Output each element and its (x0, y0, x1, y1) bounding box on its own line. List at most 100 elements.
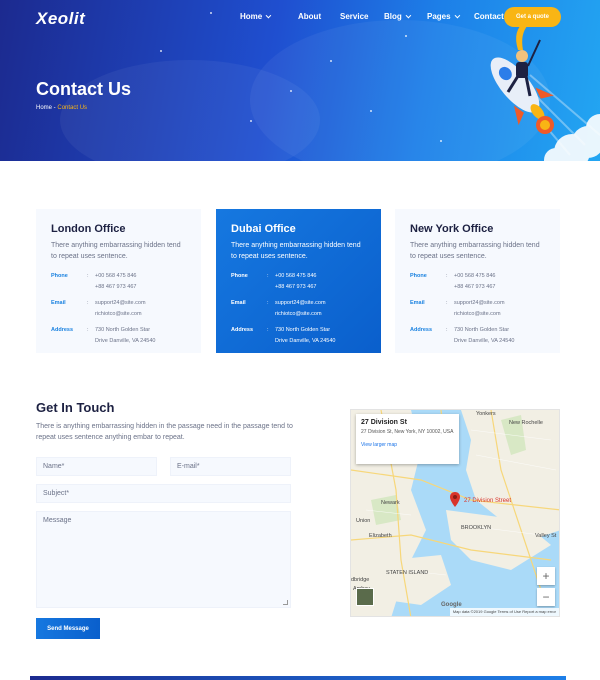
star-decor (160, 50, 162, 52)
star-decor (290, 90, 292, 92)
site-logo[interactable]: Xeolit (36, 9, 85, 29)
separator: : (267, 327, 269, 333)
map-place-label: New Rochelle (509, 420, 543, 426)
chevron-down-icon (454, 12, 460, 18)
address-line: 730 North Golden Star (95, 327, 151, 333)
nav-item-blog[interactable]: Blog (384, 12, 427, 21)
office-description: There anything embarrassing hidden tend … (231, 242, 361, 260)
map-place-label: Union (356, 518, 371, 524)
contact-form-title: Get In Touch (36, 400, 115, 415)
phone-value[interactable]: +00 568 475 846 (275, 271, 316, 282)
breadcrumb: Home - Contact Us (36, 105, 87, 111)
office-name: Dubai Office (231, 223, 296, 235)
rocket-illustration (490, 22, 600, 161)
footer-top-edge (30, 676, 566, 680)
contact-form-description: There is anything embarrassing hidden in… (36, 423, 293, 441)
star-decor (250, 120, 252, 122)
breadcrumb-current: Contact Us (57, 105, 88, 111)
address-line: Drive Danville, VA 24540 (454, 338, 515, 344)
office-phone-row: Phone: +00 568 475 846 +88 467 973 467 (231, 271, 366, 293)
address-line: 730 North Golden Star (275, 327, 331, 333)
email-value[interactable]: support24@site.com (454, 298, 505, 309)
star-decor (440, 140, 442, 142)
separator: : (87, 327, 89, 333)
map-place-label: Valley St (535, 533, 557, 539)
office-cards: London Office There anything embarrassin… (36, 209, 560, 353)
address-label: Address (410, 327, 433, 333)
map-place-label: STATEN ISLAND (386, 570, 429, 576)
star-decor (405, 35, 407, 37)
email-value[interactable]: support24@site.com (275, 298, 326, 309)
address-line: 730 North Golden Star (454, 327, 510, 333)
satellite-toggle[interactable] (356, 588, 374, 606)
email-placeholder: E-mail* (177, 463, 200, 470)
zoom-in-button[interactable]: + (537, 567, 555, 585)
office-name: London Office (51, 223, 126, 235)
map-place-label: Newark (381, 500, 400, 506)
separator: : (267, 300, 269, 306)
phone-label: Phone (410, 273, 427, 279)
phone-value[interactable]: +88 467 973 467 (454, 282, 495, 293)
chevron-down-icon (405, 12, 412, 18)
subject-placeholder: Subject* (43, 490, 70, 497)
office-address-row: Address:730 North Golden Star Drive Danvi… (51, 325, 186, 347)
office-email-row: Email: support24@site.com richiotco@site.c… (410, 298, 545, 320)
map-place-label: dbridge (351, 577, 370, 583)
map-place-label: Yonkers (476, 411, 496, 417)
resize-handle-icon[interactable] (283, 600, 288, 605)
nav-item-home[interactable]: Home (240, 12, 298, 21)
email-value[interactable]: support24@site.com (95, 298, 146, 309)
separator: : (446, 273, 448, 279)
view-larger-map-link[interactable]: View larger map (361, 442, 454, 448)
nav-item-about[interactable]: About (298, 12, 340, 21)
phone-value[interactable]: +00 568 475 846 (454, 271, 495, 282)
map-info-title: 27 Division St (361, 419, 407, 426)
office-email-row: Email: support24@site.com richiotco@site.c… (51, 298, 186, 320)
office-address-row: Address:730 North Golden Star Drive Danvi… (231, 325, 366, 347)
email-value[interactable]: richiotco@site.com (454, 309, 505, 320)
email-input[interactable]: E-mail* (170, 457, 291, 476)
email-value[interactable]: richiotco@site.com (275, 309, 326, 320)
office-address-row: Address:730 North Golden Star Drive Danvi… (410, 325, 545, 347)
office-description: There anything embarrassing hidden tend … (51, 242, 181, 260)
email-value[interactable]: richiotco@site.com (95, 309, 146, 320)
map-info-address: 27 Division St, New York, NY 10002, USA (361, 429, 454, 435)
email-label: Email (231, 300, 246, 306)
breadcrumb-home-link[interactable]: Home (36, 105, 52, 111)
separator: : (446, 327, 448, 333)
email-label: Email (51, 300, 66, 306)
phone-label: Phone (51, 273, 68, 279)
address-line: Drive Danville, VA 24540 (275, 338, 336, 344)
map-attribution[interactable]: Map data ©2019 Google Terms of Use Repor… (449, 608, 559, 616)
location-map[interactable]: 27 Division St 27 Division St, New York,… (350, 409, 560, 617)
office-description: There anything embarrassing hidden tend … (410, 242, 540, 260)
office-name: New York Office (410, 223, 494, 235)
nav-item-service[interactable]: Service (340, 12, 384, 21)
map-info-window: 27 Division St 27 Division St, New York,… (356, 414, 459, 464)
send-message-button[interactable]: Send Message (36, 618, 100, 639)
chevron-down-icon (265, 12, 272, 18)
office-email-row: Email: support24@site.com richiotco@site.c… (231, 298, 366, 320)
star-decor (330, 60, 332, 62)
page-hero: Xeolit Home About Service Blog Pages Con… (0, 0, 600, 161)
separator: : (87, 273, 89, 279)
phone-value[interactable]: +00 568 475 846 (95, 271, 136, 282)
address-label: Address (231, 327, 254, 333)
subject-input[interactable]: Subject* (36, 484, 291, 503)
office-card-london: London Office There anything embarrassin… (36, 209, 201, 353)
office-card-new-york: New York Office There anything embarrass… (395, 209, 560, 353)
star-decor (370, 110, 372, 112)
separator: : (446, 300, 448, 306)
phone-value[interactable]: +88 467 973 467 (95, 282, 136, 293)
address-label: Address (51, 327, 74, 333)
map-pin-icon[interactable] (450, 492, 460, 507)
zoom-out-button[interactable]: − (537, 588, 555, 606)
separator: : (87, 300, 89, 306)
email-label: Email (410, 300, 425, 306)
phone-label: Phone (231, 273, 248, 279)
name-input[interactable]: Name* (36, 457, 157, 476)
office-card-dubai: Dubai Office There anything embarrassing… (216, 209, 381, 353)
map-place-label: BROOKLYN (461, 525, 492, 531)
message-textarea[interactable]: Message (36, 511, 291, 608)
phone-value[interactable]: +88 467 973 467 (275, 282, 316, 293)
